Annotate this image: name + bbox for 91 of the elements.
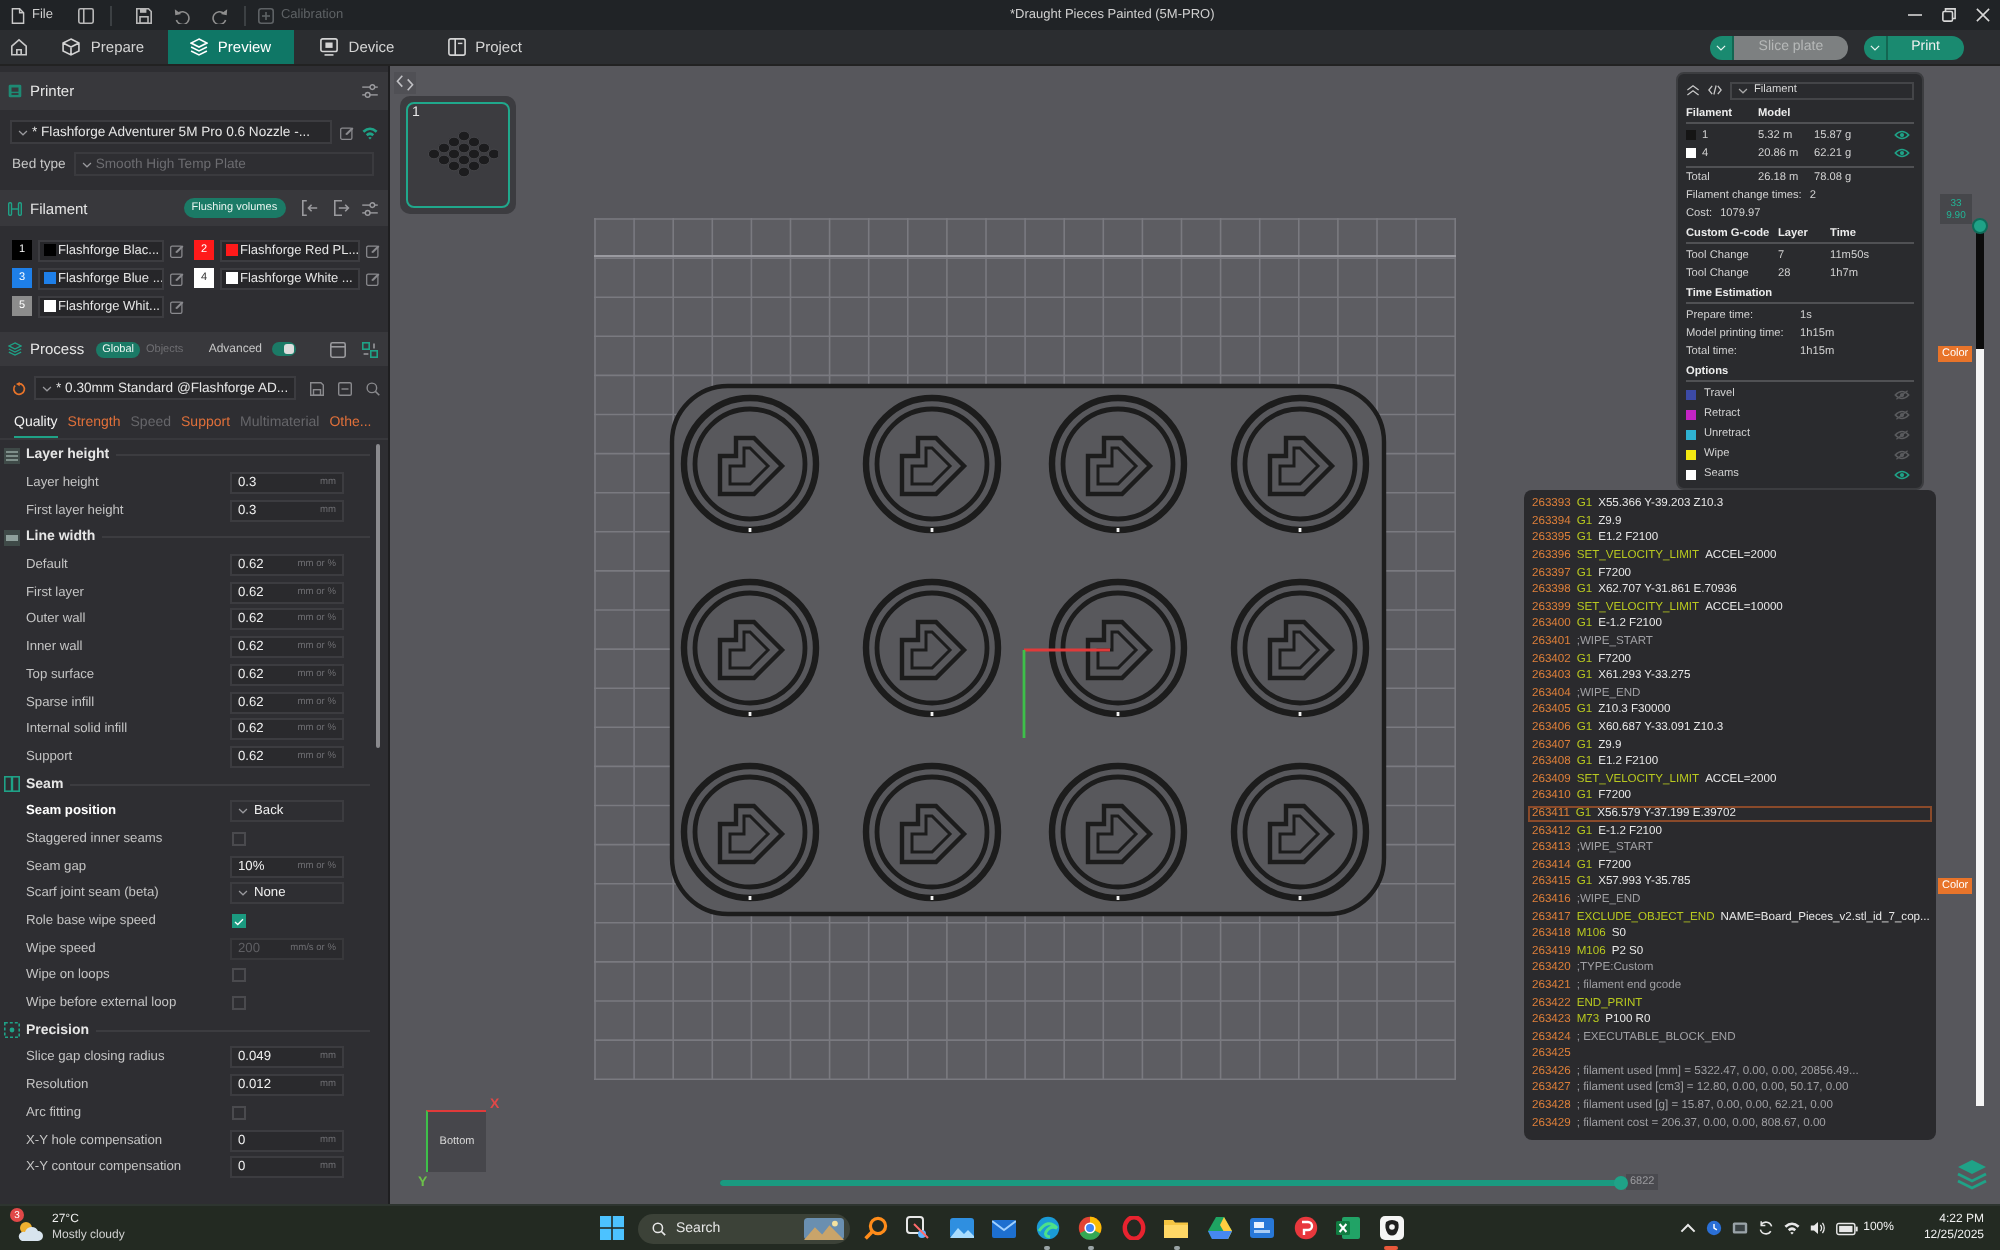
settings-sliders-icon[interactable] — [362, 84, 378, 98]
spreadsheet-icon[interactable] — [1336, 1216, 1361, 1240]
checkbox[interactable] — [232, 914, 246, 929]
save-icon[interactable] — [310, 381, 324, 395]
windows-start-icon[interactable] — [600, 1216, 624, 1240]
collapse-icon[interactable] — [1686, 84, 1700, 96]
panel-icon[interactable] — [330, 341, 346, 357]
running-indicator — [1384, 1246, 1398, 1249]
monitor-icon — [320, 38, 339, 56]
clock-icon[interactable] — [1705, 1220, 1722, 1236]
printer-icon — [8, 84, 22, 98]
restore-icon[interactable] — [1942, 8, 1956, 22]
eye-icon[interactable] — [1894, 469, 1910, 479]
calibration-icon — [258, 7, 275, 23]
save-icon[interactable] — [136, 7, 153, 23]
chevron-down-icon — [81, 161, 92, 167]
minimize-icon[interactable] — [1908, 8, 1922, 22]
running-indicator — [1087, 1246, 1093, 1249]
checkbox[interactable] — [232, 1105, 246, 1120]
undo-icon[interactable] — [174, 7, 191, 23]
toggle-switch[interactable] — [272, 342, 296, 356]
mail-icon[interactable] — [992, 1216, 1017, 1240]
search-icon[interactable] — [366, 381, 380, 395]
wave-icon[interactable] — [1035, 1216, 1060, 1240]
chevron-down-icon — [1869, 43, 1880, 51]
photo-icon[interactable] — [949, 1216, 974, 1240]
scissors-icon[interactable] — [906, 1216, 931, 1240]
edit-icon[interactable] — [340, 125, 354, 139]
sync-icon[interactable] — [1757, 1220, 1774, 1236]
checkbox[interactable] — [232, 996, 246, 1011]
magnifier-icon[interactable] — [863, 1216, 888, 1240]
add-filament-icon[interactable] — [333, 200, 350, 216]
code-brackets-icon[interactable] — [1708, 84, 1722, 96]
dropdown-button[interactable] — [1863, 35, 1888, 59]
slider-handle[interactable] — [1613, 1175, 1627, 1189]
dropdown-button[interactable] — [1710, 35, 1735, 59]
compare-icon[interactable] — [362, 341, 378, 357]
chevron-up-icon[interactable] — [1679, 1220, 1696, 1236]
sidebar-layout-icon[interactable] — [78, 7, 95, 23]
book-icon — [447, 38, 466, 56]
disc-icon[interactable] — [1293, 1216, 1318, 1240]
remove-filament-icon[interactable] — [301, 200, 318, 216]
eye-icon[interactable] — [1894, 148, 1910, 158]
layers-icon — [4, 447, 20, 464]
edit-icon[interactable] — [366, 271, 380, 285]
chevron-down-icon — [1738, 87, 1748, 93]
compare-icon[interactable] — [338, 381, 352, 395]
layers-icon — [189, 38, 208, 56]
search-icon — [652, 1221, 666, 1235]
slicer-app-icon[interactable] — [1379, 1216, 1404, 1240]
edit-icon[interactable] — [170, 243, 184, 257]
speaker-icon[interactable] — [1809, 1220, 1826, 1236]
scrollbar[interactable] — [376, 444, 380, 748]
landscape-picture-icon — [804, 1217, 844, 1239]
close-icon[interactable] — [1976, 8, 1990, 22]
chevron-down-icon — [238, 890, 248, 897]
stack-icon — [8, 342, 22, 356]
wheel-icon[interactable] — [1078, 1216, 1103, 1240]
cube-icon — [62, 38, 81, 56]
seam-icon — [4, 776, 20, 793]
spool-icon — [8, 201, 22, 215]
app-tray-icon[interactable] — [1731, 1220, 1748, 1236]
checkbox[interactable] — [232, 831, 246, 846]
settings-sliders-icon[interactable] — [362, 201, 378, 215]
code-brackets-icon[interactable] — [394, 72, 416, 94]
chevron-down-icon — [238, 808, 248, 815]
chevron-down-icon — [1716, 43, 1727, 51]
battery-icon[interactable] — [1835, 1221, 1858, 1235]
redo-icon[interactable] — [212, 7, 229, 23]
cloud-sun-icon[interactable] — [16, 1218, 44, 1242]
wifi-icon[interactable] — [1783, 1220, 1800, 1236]
precision-icon — [4, 1022, 20, 1039]
edit-icon[interactable] — [170, 271, 184, 285]
slider-handle[interactable] — [1972, 218, 1988, 234]
checkmark-icon — [234, 917, 244, 926]
board-icon[interactable] — [1250, 1216, 1275, 1240]
running-indicator — [1173, 1246, 1179, 1249]
edit-icon[interactable] — [366, 243, 380, 257]
eye-icon[interactable] — [1894, 130, 1910, 140]
checkbox[interactable] — [232, 968, 246, 983]
chevron-down-icon — [42, 385, 52, 391]
reset-icon[interactable] — [12, 381, 26, 395]
edit-icon[interactable] — [170, 299, 184, 313]
home-icon[interactable] — [10, 38, 28, 56]
triangle-icon[interactable] — [1207, 1216, 1232, 1240]
chevron-down-icon — [18, 129, 28, 135]
ring-icon[interactable] — [1121, 1216, 1146, 1240]
folder-icon[interactable] — [1164, 1216, 1189, 1240]
running-indicator — [1044, 1246, 1050, 1249]
document-icon — [10, 7, 26, 23]
line-width-icon — [4, 529, 20, 546]
